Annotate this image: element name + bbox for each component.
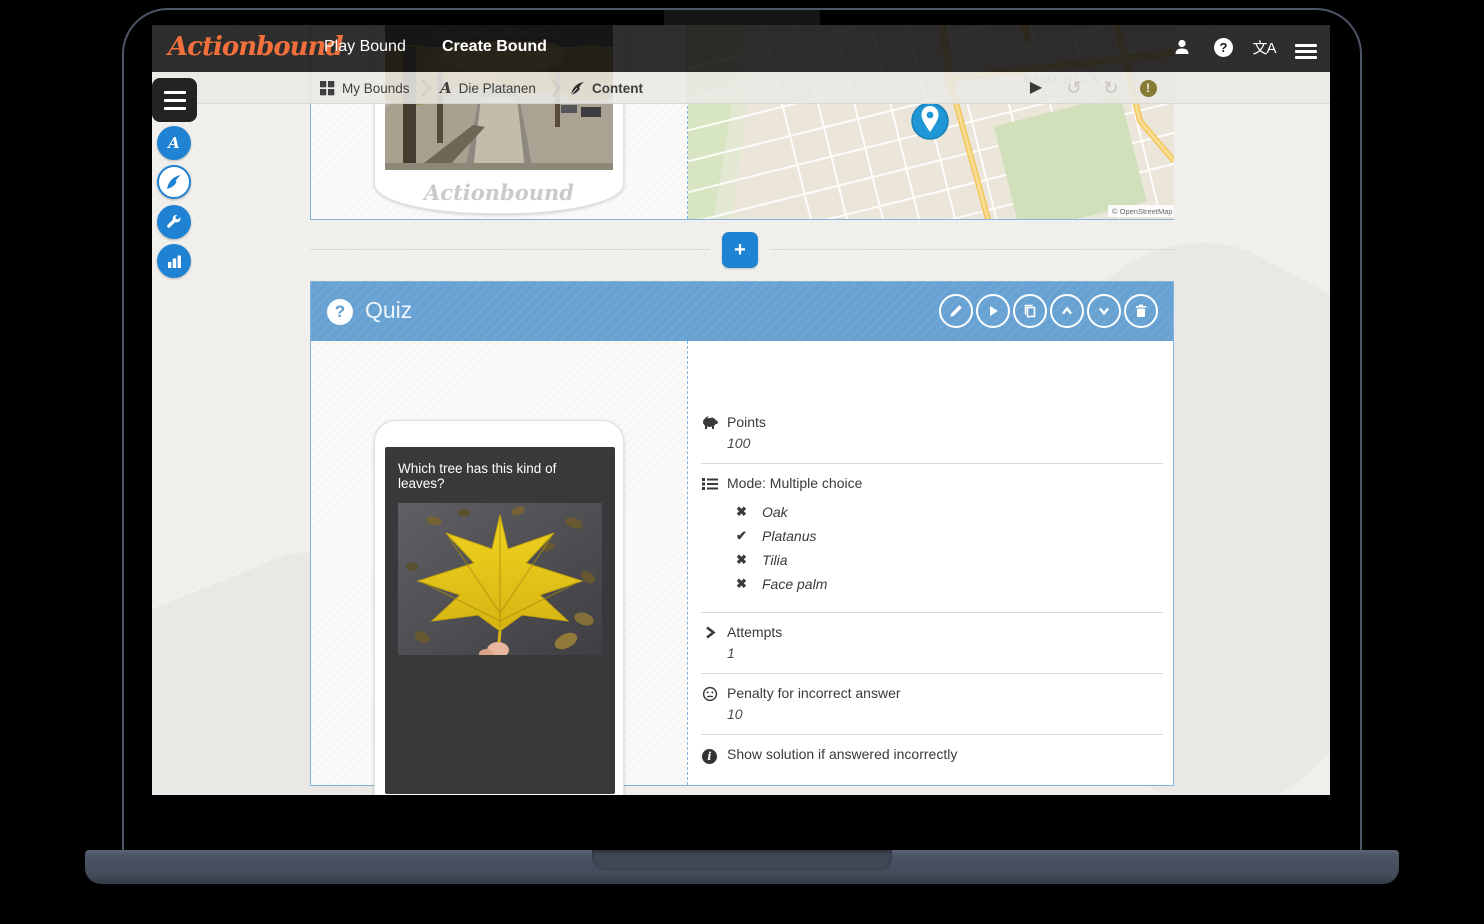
feather-icon (166, 174, 182, 190)
mode-row: Mode: Multiple choice ✖ Oak ✔ Platanus (701, 475, 1163, 610)
sidebar-item-results[interactable] (157, 244, 191, 278)
correct-answer-icon: ✔ (736, 528, 750, 544)
answer-option: ✖ Oak (736, 504, 1163, 520)
answer-label: Face palm (762, 576, 827, 592)
solution-row: i Show solution if answered incorrectly (701, 746, 1163, 773)
translate-icon[interactable]: 文A (1252, 37, 1276, 61)
feather-icon (570, 81, 585, 96)
answer-options: ✖ Oak ✔ Platanus ✖ Tilia (736, 504, 1163, 592)
points-value: 100 (727, 435, 1163, 451)
move-down-button[interactable] (1087, 294, 1121, 328)
quiz-card-header: ? Quiz (311, 282, 1173, 341)
breadcrumb-content[interactable]: Content (570, 72, 643, 104)
attempts-value: 1 (727, 645, 1163, 661)
quiz-question-text: Which tree has this kind of leaves? (385, 447, 615, 501)
quiz-element-card: ? Quiz (310, 281, 1174, 786)
penalty-label: Penalty for incorrect answer (727, 685, 1163, 702)
answer-label: Tilia (762, 552, 788, 568)
add-element-button[interactable]: + (722, 232, 758, 268)
duplicate-button[interactable] (1013, 294, 1047, 328)
quiz-phone-preview: Which tree has this kind of leaves? (374, 420, 624, 795)
bar-chart-icon (167, 254, 182, 269)
map-pin-icon[interactable] (912, 103, 948, 139)
quiz-details-panel: Points 100 (701, 414, 1163, 773)
bound-icon: A (168, 134, 180, 152)
sad-face-icon (701, 686, 718, 703)
info-icon: i (701, 747, 718, 764)
map-attribution: © OpenStreetMap (1112, 207, 1173, 216)
laptop-base-lip (592, 850, 892, 871)
chevron-right-icon (701, 625, 718, 642)
sidebar-item-content[interactable] (157, 165, 191, 199)
chevron-down-icon (1096, 303, 1112, 319)
nav-play-bound[interactable]: Play Bound (324, 38, 406, 56)
app-screen: Actionbound (152, 25, 1330, 795)
chevron-up-icon (1059, 303, 1075, 319)
breadcrumb-separator (414, 77, 436, 99)
pencil-icon (948, 303, 964, 319)
breadcrumb-separator (544, 77, 566, 99)
answer-option: ✖ Face palm (736, 576, 1163, 592)
actionbound-logo[interactable]: Actionbound (168, 32, 343, 62)
copy-icon (1022, 303, 1038, 319)
nav-create-bound[interactable]: Create Bound (442, 38, 547, 56)
attempts-label: Attempts (727, 624, 1163, 641)
mode-label: Mode: Multiple choice (727, 475, 1163, 492)
play-bound-icon[interactable]: ▶ (1024, 77, 1048, 99)
grid-icon (320, 81, 335, 96)
help-icon[interactable]: ? (1211, 37, 1235, 61)
bound-icon: A (440, 79, 452, 97)
plus-icon: + (734, 239, 746, 261)
phone-brand-watermark: Actionbound (375, 180, 623, 205)
attempts-row: Attempts 1 (701, 624, 1163, 671)
solution-label: Show solution if answered incorrectly (727, 746, 1163, 763)
wrong-answer-icon: ✖ (736, 576, 750, 592)
quiz-card-title: Quiz (365, 297, 412, 324)
preview-button[interactable] (976, 294, 1010, 328)
breadcrumb: My Bounds A Die Platanen Content ▶ (152, 72, 1330, 104)
sidebar-menu-button[interactable] (152, 78, 197, 122)
quiz-type-icon: ? (327, 299, 353, 325)
wrench-icon (166, 214, 182, 230)
laptop-mockup: Actionbound (0, 0, 1484, 924)
points-row: Points 100 (701, 414, 1163, 461)
answer-label: Platanus (762, 528, 816, 544)
wrong-answer-icon: ✖ (736, 504, 750, 520)
list-icon (701, 476, 718, 493)
undo-icon[interactable]: ↺ (1062, 77, 1086, 99)
alert-icon[interactable]: ! (1136, 77, 1160, 99)
penalty-row: Penalty for incorrect answer 10 (701, 685, 1163, 732)
answer-option: ✔ Platanus (736, 528, 1163, 544)
phone-brand-watermark: Actionbound (375, 794, 623, 795)
card-pane-divider (687, 341, 688, 785)
play-icon (985, 303, 1001, 319)
menu-icon[interactable] (1294, 37, 1318, 61)
breadcrumb-my-bounds[interactable]: My Bounds (320, 72, 410, 104)
edit-button[interactable] (939, 294, 973, 328)
sidebar-item-bound[interactable]: A (157, 126, 191, 160)
top-navbar: Actionbound Play Bound Create Bound ? 文A (152, 25, 1330, 72)
user-icon[interactable] (1170, 37, 1194, 61)
penalty-value: 10 (727, 706, 1163, 722)
svg-text:?: ? (1219, 40, 1227, 55)
breadcrumb-bound-name[interactable]: A Die Platanen (440, 72, 536, 104)
leaf-photo (398, 503, 602, 655)
answer-label: Oak (762, 504, 788, 520)
sidebar-item-settings[interactable] (157, 205, 191, 239)
redo-icon[interactable]: ↻ (1099, 77, 1123, 99)
answer-option: ✖ Tilia (736, 552, 1163, 568)
wrong-answer-icon: ✖ (736, 552, 750, 568)
piggy-bank-icon (701, 415, 718, 432)
move-up-button[interactable] (1050, 294, 1084, 328)
trash-icon (1133, 303, 1149, 319)
delete-button[interactable] (1124, 294, 1158, 328)
points-label: Points (727, 414, 1163, 431)
